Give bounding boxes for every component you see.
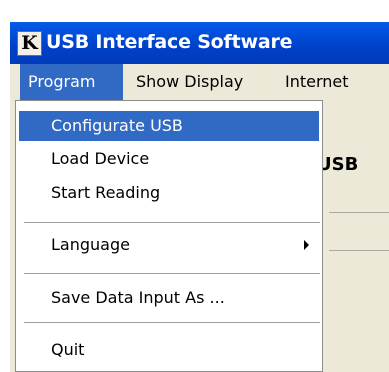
menu-item-language[interactable]: Language (19, 230, 319, 260)
menu-item-label: Quit (51, 340, 85, 359)
menu-separator (24, 222, 320, 223)
window-title: USB Interface Software (46, 31, 293, 53)
submenu-arrow-icon (304, 240, 309, 250)
content-usb-label: USB (317, 154, 359, 175)
menu-program[interactable]: Program (20, 64, 123, 100)
title-bar[interactable]: K USB Interface Software (10, 22, 389, 64)
menu-item-label: Configurate USB (51, 116, 183, 135)
menu-separator (24, 273, 320, 274)
menu-bar: Program Show Display Internet (10, 64, 389, 100)
menu-item-start-reading[interactable]: Start Reading (19, 178, 319, 208)
main-content-area (329, 100, 389, 372)
menu-item-label: Load Device (51, 149, 150, 168)
menu-item-load-device[interactable]: Load Device (19, 144, 319, 174)
app-logo-icon: K (17, 31, 42, 56)
content-divider (329, 250, 389, 251)
menu-item-configurate-usb[interactable]: Configurate USB (19, 111, 319, 141)
content-divider (329, 212, 389, 213)
menu-item-quit[interactable]: Quit (19, 335, 319, 365)
menu-internet[interactable]: Internet (285, 64, 349, 100)
menu-item-label: Language (51, 235, 130, 254)
menu-separator (24, 322, 320, 323)
program-dropdown-menu: Configurate USB Load Device Start Readin… (15, 100, 323, 372)
menu-item-save-data-input-as[interactable]: Save Data Input As ... (19, 283, 319, 313)
menu-item-label: Save Data Input As ... (51, 288, 225, 307)
menu-show-display[interactable]: Show Display (136, 64, 243, 100)
menu-item-label: Start Reading (51, 183, 161, 202)
